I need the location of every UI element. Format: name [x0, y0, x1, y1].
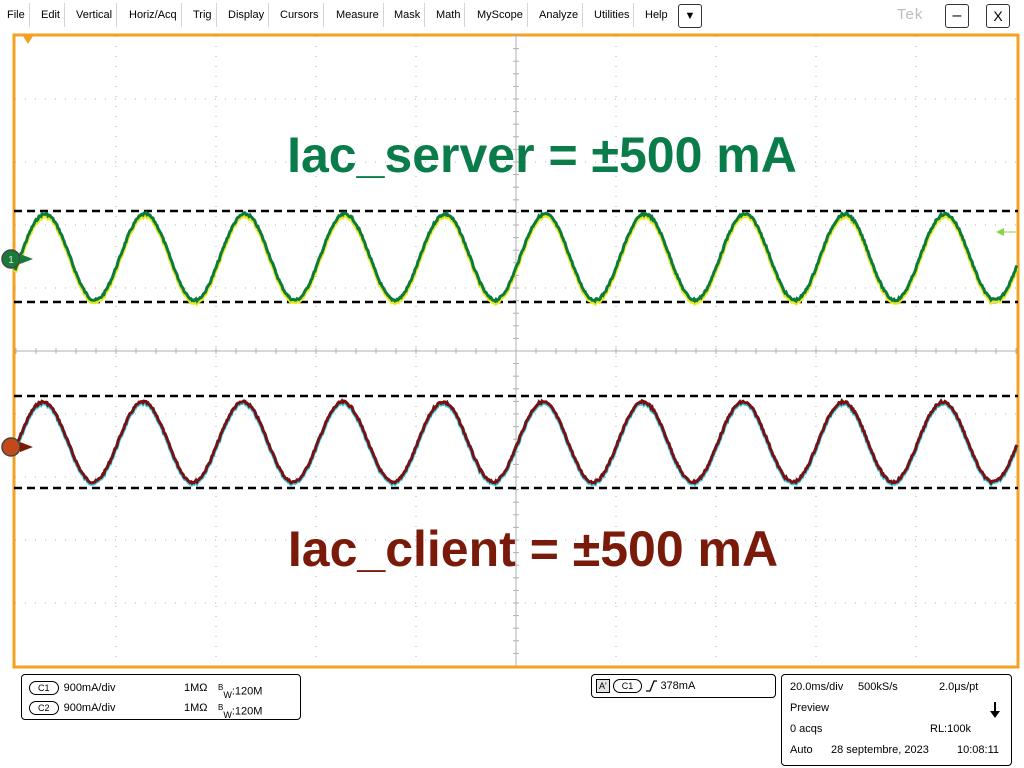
- trigger-source-badge: C1: [612, 679, 643, 693]
- trigger-level: 378mA: [660, 680, 696, 692]
- ch1-scale: 900mA/div: [63, 682, 116, 694]
- ch2-impedance: 1MΩ: [184, 702, 208, 714]
- ch1-bw-value: :120M: [231, 685, 263, 698]
- acquisition-state: Preview: [790, 702, 830, 714]
- single-arrow-icon: [990, 702, 1000, 718]
- resolution: 2.0μs/pt: [939, 681, 979, 693]
- acquisition-date: 28 septembre, 2023: [831, 744, 929, 756]
- trigger-mode-badge: A': [596, 679, 610, 693]
- trigger-settings-panel[interactable]: A' C1 378mA: [591, 674, 776, 698]
- server-current-label: Iac_server = ±500 mA: [287, 127, 797, 183]
- ch1-marker-label: 1: [8, 255, 14, 266]
- timebase: 20.0ms/div: [790, 681, 844, 693]
- sample-rate: 500kS/s: [858, 681, 898, 693]
- ch1-impedance: 1MΩ: [184, 682, 208, 694]
- ch2-marker-label: 2: [8, 443, 14, 454]
- client-current-label: Iac_client = ±500 mA: [288, 521, 778, 577]
- ch2-settings-row[interactable]: C2 900mA/div: [29, 699, 116, 717]
- ch1-bandwidth: BW:120M: [218, 679, 263, 700]
- ch1-settings-row[interactable]: C1 900mA/div: [29, 679, 116, 697]
- record-length: RL:100k: [930, 723, 971, 735]
- acquisition-time: 10:08:11: [957, 744, 1000, 756]
- ch1-badge: C1: [29, 681, 59, 695]
- acquisition-panel[interactable]: 20.0ms/div 500kS/s 2.0μs/pt Preview 0 ac…: [781, 674, 1012, 766]
- ch2-badge: C2: [29, 701, 59, 715]
- ch2-bw-value: :120M: [231, 705, 263, 718]
- acquisition-count: 0 acqs: [790, 723, 823, 735]
- rising-edge-icon: [646, 680, 658, 692]
- ch2-bw-sub: W: [223, 709, 232, 720]
- scope-display[interactable]: Iac_server = ±500 mA Iac_client = ±500 m…: [0, 0, 1024, 670]
- ch2-scale: 900mA/div: [63, 702, 116, 714]
- channel-settings-panel[interactable]: C1 900mA/div 1MΩ BW:120M C2 900mA/div 1M…: [21, 674, 301, 720]
- ch2-bandwidth: BW:120M: [218, 699, 263, 720]
- trigger-mode: Auto: [790, 744, 813, 756]
